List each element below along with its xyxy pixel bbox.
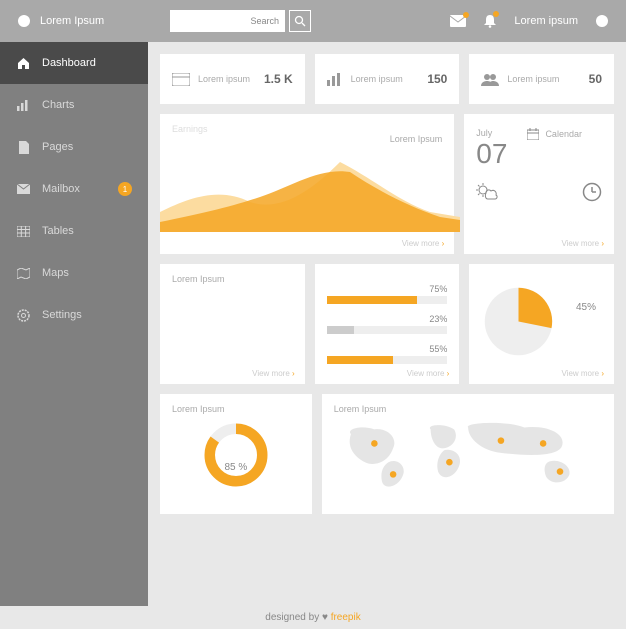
footer-text: designed by [265, 612, 322, 623]
date-day: 07 [476, 138, 507, 170]
map-card[interactable]: Lorem Ipsum [322, 394, 614, 514]
search-input[interactable]: Search [170, 10, 285, 32]
card-footer[interactable]: View more [407, 369, 450, 378]
card-icon [172, 73, 190, 86]
main-content: Lorem ipsum 1.5 K Lorem ipsum 150 Lorem … [148, 42, 626, 606]
page-icon [16, 140, 30, 154]
stat-value: 150 [427, 72, 447, 86]
bars-icon [327, 73, 343, 86]
mailbox-badge: 1 [118, 182, 132, 196]
sidebar-item-label: Dashboard [42, 57, 96, 69]
bars-card[interactable]: Lorem Ipsum View more [160, 264, 305, 384]
sidebar-item-mailbox[interactable]: Mailbox 1 [0, 168, 148, 210]
stat-card-3[interactable]: Lorem ipsum 50 [469, 54, 614, 104]
sidebar-item-maps[interactable]: Maps [0, 252, 148, 294]
donut-card[interactable]: Lorem Ipsum 85 % [160, 394, 312, 514]
stat-label: Lorem ipsum [351, 74, 420, 84]
sidebar: Dashboard Charts Pages Mailbox 1 Tables … [0, 42, 148, 606]
sidebar-item-charts[interactable]: Charts [0, 84, 148, 126]
users-icon [481, 73, 499, 86]
card-footer[interactable]: View more [402, 239, 445, 248]
progress-value: 23 [429, 314, 439, 324]
area-chart [160, 152, 460, 232]
date-month: July [476, 128, 507, 138]
progress-value: 55 [429, 344, 439, 354]
chart-icon [16, 98, 30, 112]
sidebar-item-label: Maps [42, 267, 69, 279]
sidebar-item-label: Settings [42, 309, 82, 321]
donut-value: 85 % [160, 462, 312, 473]
map-icon [16, 266, 30, 280]
search-placeholder: Search [250, 16, 279, 26]
footer-brand[interactable]: freepik [331, 612, 361, 623]
calendar-icon [527, 128, 539, 140]
stat-label: Lorem ipsum [198, 74, 256, 84]
stat-card-2[interactable]: Lorem ipsum 150 [315, 54, 460, 104]
search: Search [170, 10, 311, 32]
bell-icon[interactable] [484, 14, 496, 28]
logo-icon [18, 15, 30, 27]
pie-card[interactable]: 45% View more [469, 264, 614, 384]
sidebar-item-pages[interactable]: Pages [0, 126, 148, 168]
sidebar-item-label: Pages [42, 141, 73, 153]
world-map [334, 420, 602, 495]
progress-value: 75 [429, 284, 439, 294]
stat-label: Lorem ipsum [507, 74, 580, 84]
sidebar-item-label: Charts [42, 99, 74, 111]
topbar-right: Lorem ipsum [450, 14, 608, 28]
card-title: Lorem Ipsum [172, 274, 293, 284]
weather-icon [476, 183, 498, 201]
donut-chart [201, 420, 271, 490]
date-card[interactable]: July 07 Calendar View more [464, 114, 614, 254]
earnings-card[interactable]: Earnings Lorem Ipsum View more [160, 114, 454, 254]
card-footer[interactable]: View more [561, 369, 604, 378]
card-title: Lorem Ipsum [334, 404, 602, 414]
card-title: Earnings [172, 124, 442, 134]
card-title: Lorem Ipsum [172, 404, 300, 414]
sidebar-item-label: Mailbox [42, 183, 80, 195]
clock-icon [582, 182, 602, 202]
stat-value: 50 [589, 72, 602, 86]
search-icon [294, 15, 306, 27]
stat-card-1[interactable]: Lorem ipsum 1.5 K [160, 54, 305, 104]
gear-icon [16, 308, 30, 322]
bar-chart [172, 292, 293, 362]
table-icon [16, 224, 30, 238]
calendar-label: Calendar [545, 129, 582, 139]
sidebar-item-tables[interactable]: Tables [0, 210, 148, 252]
card-footer[interactable]: View more [561, 239, 604, 248]
bell-badge [493, 11, 499, 17]
pie-chart [481, 284, 556, 359]
mail-icon[interactable] [450, 15, 466, 27]
avatar[interactable] [596, 15, 608, 27]
brand-name: Lorem Ipsum [40, 15, 160, 27]
stat-value: 1.5 K [264, 72, 293, 86]
card-subtitle: Lorem Ipsum [172, 134, 442, 144]
mailbox-icon [16, 182, 30, 196]
search-button[interactable] [289, 10, 311, 32]
card-footer[interactable]: View more [252, 369, 295, 378]
mail-badge [463, 12, 469, 18]
sidebar-item-dashboard[interactable]: Dashboard [0, 42, 148, 84]
home-icon [16, 56, 30, 70]
sidebar-item-label: Tables [42, 225, 74, 237]
user-name[interactable]: Lorem ipsum [514, 15, 578, 27]
pie-value: 45% [576, 302, 596, 313]
progress-card[interactable]: 75% 23% 55% View more [315, 264, 460, 384]
topbar: Lorem Ipsum Search Lorem ipsum [0, 0, 626, 42]
sidebar-item-settings[interactable]: Settings [0, 294, 148, 336]
